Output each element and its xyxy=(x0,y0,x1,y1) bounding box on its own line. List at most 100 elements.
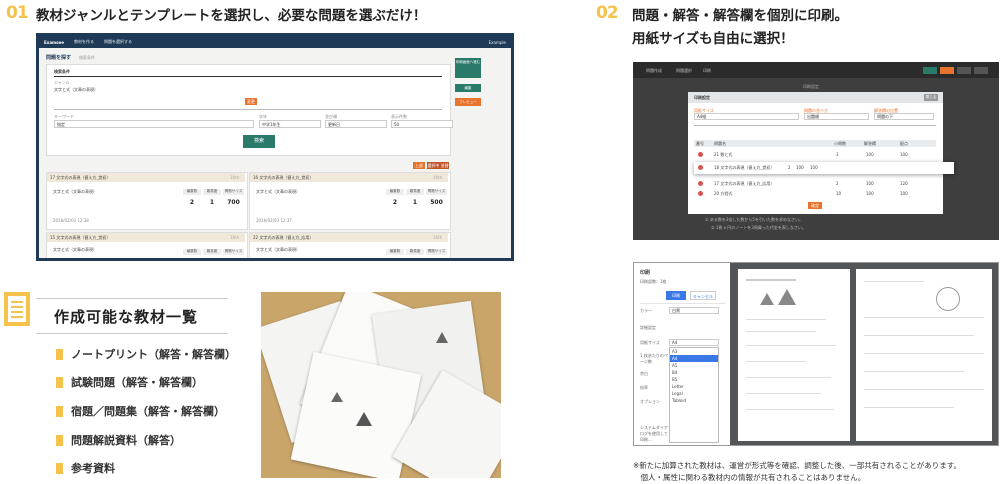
table-cell: 100 xyxy=(866,181,874,186)
paper-option[interactable]: A5 xyxy=(670,362,718,369)
color-select[interactable]: 白黒 xyxy=(669,307,719,314)
table-cell: 100 xyxy=(866,191,874,196)
screenshot-print-dialog: 問題作成 問題選択 印刷 印刷設定 印刷設定 閉じる 用紙サイズ 問題の並べ方 … xyxy=(633,62,999,240)
print-pages: 印刷部数：1枚 xyxy=(640,279,667,284)
col-value: 1 xyxy=(412,199,418,206)
table-cell: 18 文字式の表現（値え方_覚初） xyxy=(714,165,775,170)
paper-option[interactable]: A4 xyxy=(670,355,718,362)
section-heading-02-line2: 用紙サイズも自由に選択！ xyxy=(632,31,794,47)
paper-size-select[interactable]: A4縦 xyxy=(694,113,799,120)
problem-card-body: 文字と式（文章の表現） xyxy=(256,189,300,194)
table-cell: 100 xyxy=(796,165,804,170)
col-header: 編集数 xyxy=(386,249,404,255)
document-icon xyxy=(4,292,30,326)
paper-option[interactable]: B4 xyxy=(670,369,718,376)
search-button[interactable]: 検索 xyxy=(243,135,275,148)
remove-icon[interactable] xyxy=(698,191,703,196)
materials-item-label: 問題解説資料（解答） xyxy=(71,434,181,447)
paper-size-options[interactable]: A3 A4 A5 B4 B5 Letter Legal Tabloid xyxy=(669,347,719,443)
table-cell: 100 xyxy=(810,165,818,170)
materials-item-label: 参考資料 xyxy=(71,462,115,475)
problem-card[interactable]: 16 文字式の表現（値え方_覚初） 16th 文字と式（文章の表現） 編集数 難… xyxy=(249,172,451,230)
table-cell: 2 xyxy=(788,165,791,170)
col-header: 難易度 xyxy=(203,189,221,195)
sort-select[interactable]: 更新日 xyxy=(325,120,387,128)
search-label: 検索条件 xyxy=(54,69,70,74)
remove-icon[interactable] xyxy=(698,152,703,157)
dialog-title: 印刷設定 xyxy=(694,95,710,100)
materials-item-label: ノートプリント（解答・解答欄） xyxy=(71,348,236,361)
remove-icon[interactable] xyxy=(698,165,703,170)
paper-size-dropdown[interactable]: A4 xyxy=(669,339,719,346)
page-subtitle: 検索条件 xyxy=(79,55,95,60)
color-label: カラー xyxy=(640,308,652,313)
materials-item-label: 試験問題（解答・解答欄） xyxy=(71,376,203,389)
problem-card-title: 16 文字式の表現（値え方_覚初） xyxy=(250,173,448,182)
problem-card-body: 文字と式（文章の表現） xyxy=(53,247,97,252)
section-number-02: 02 xyxy=(596,3,619,23)
bullet-icon xyxy=(56,462,63,474)
nav-item-make[interactable]: 教材を作る xyxy=(74,39,94,45)
remove-icon[interactable] xyxy=(698,181,703,186)
bullet-icon xyxy=(56,348,63,360)
table-header: 問題名 xyxy=(714,141,726,146)
list-sort-button[interactable]: 選択中 並替 xyxy=(427,162,449,169)
paper-option[interactable]: Tabloid xyxy=(670,397,718,404)
problem-card-tag: 16th xyxy=(433,235,443,240)
col-header: 難易度 xyxy=(203,249,221,255)
grade-select[interactable]: 中学1年生 xyxy=(259,120,321,128)
problem-card[interactable]: 15 文字式の表現（値え方_覚初） 16th 文字と式（文章の表現） 編集数 難… xyxy=(46,232,248,258)
section-heading-02-line1: 問題・解答・解答欄を個別に印刷。 xyxy=(632,8,848,24)
paper-option[interactable]: B5 xyxy=(670,376,718,383)
paper-option[interactable]: Legal xyxy=(670,390,718,397)
print-dialog: 印刷設定 閉じる 用紙サイズ 問題の並べ方 解答欄の位置 A4縦 出題順 問題の… xyxy=(688,92,954,214)
table-cell: 10 xyxy=(836,191,842,196)
footnote: ※新たに加算された教材は、運営が形式等を確認、調整した後、一部共有されることがあ… xyxy=(633,460,999,484)
problem-card-tag: 16th xyxy=(433,175,443,180)
scale-label: 倍率 xyxy=(640,385,648,390)
table-cell: 17 文字式の表現（値え方_応用） xyxy=(714,181,775,186)
tab-select[interactable]: 問題選択 xyxy=(676,68,692,74)
materials-item: 試験問題（解答・解答欄） xyxy=(56,374,203,390)
paper-size-label: 用紙サイズ xyxy=(640,340,660,345)
edit-button[interactable]: 編集 xyxy=(455,84,481,92)
bullet-icon xyxy=(56,434,63,446)
preview-button[interactable]: プレビュー xyxy=(455,98,481,106)
search-card: 検索条件 ジャンル 文字と式（文章の表現） 変更 キーワード 学年 並び順 表示… xyxy=(46,64,453,156)
problem-card[interactable]: 17 文字式の表現（値え方_覚初） 16th 文字と式（文章の表現） 編集数 難… xyxy=(46,172,248,230)
col-header: 問題サイズ xyxy=(426,189,447,195)
paper-option[interactable]: Letter xyxy=(670,383,718,390)
print-preview xyxy=(730,263,998,445)
genre-value: 文字と式（文章の表現） xyxy=(54,87,98,92)
print-panel-title: 印刷 xyxy=(640,270,651,276)
go-print-button[interactable]: 印刷画面へ進む xyxy=(455,58,481,78)
keyword-input[interactable]: 指定 xyxy=(54,120,254,128)
system-dialog-link[interactable]: システムダイアログを使用して印刷... xyxy=(640,425,668,443)
pages-per-sheet-label: 1 枚あたりのページ数 xyxy=(640,353,668,364)
col-value: 700 xyxy=(227,199,240,206)
page-title: 問題を探す xyxy=(46,55,72,61)
count-select[interactable]: 50 xyxy=(391,120,453,128)
problem-card-body: 文字と式（文章の表現） xyxy=(53,189,97,194)
dialog-close-button[interactable]: 閉じる xyxy=(924,94,938,101)
tab-create[interactable]: 問題作成 xyxy=(646,68,662,74)
answer-position-select[interactable]: 問題の下 xyxy=(874,113,934,120)
footnote-line1: ※新たに加算された教材は、運営が形式等を確認、調整した後、一部共有されることがあ… xyxy=(633,461,962,470)
col-header: 問題サイズ xyxy=(223,189,244,195)
cancel-button[interactable]: キャンセル xyxy=(690,291,716,300)
materials-item-label: 宿題／問題集（解答・解答欄） xyxy=(71,405,225,418)
change-genre-button[interactable]: 変更 xyxy=(245,98,257,105)
confirm-button[interactable]: 確定 xyxy=(808,202,822,209)
order-select[interactable]: 出題順 xyxy=(804,113,869,120)
problem-card[interactable]: 22 文字式の表現（値え方_応用） 16th 文字と式（文章の表現） 編集数 難… xyxy=(249,232,451,258)
user-name[interactable]: Example xyxy=(489,40,506,45)
section-number-01: 01 xyxy=(6,3,29,23)
list-top-button[interactable]: 上部 xyxy=(413,162,425,169)
table-cell: 100 xyxy=(866,152,874,157)
options-label: 詳細設定 xyxy=(640,325,656,330)
tab-print[interactable]: 印刷 xyxy=(703,68,711,74)
print-button[interactable]: 印刷 xyxy=(666,291,686,300)
col-header: 難易度 xyxy=(406,189,424,195)
nav-item-select[interactable]: 問題を選択する xyxy=(104,39,132,45)
paper-option[interactable]: A3 xyxy=(670,348,718,355)
